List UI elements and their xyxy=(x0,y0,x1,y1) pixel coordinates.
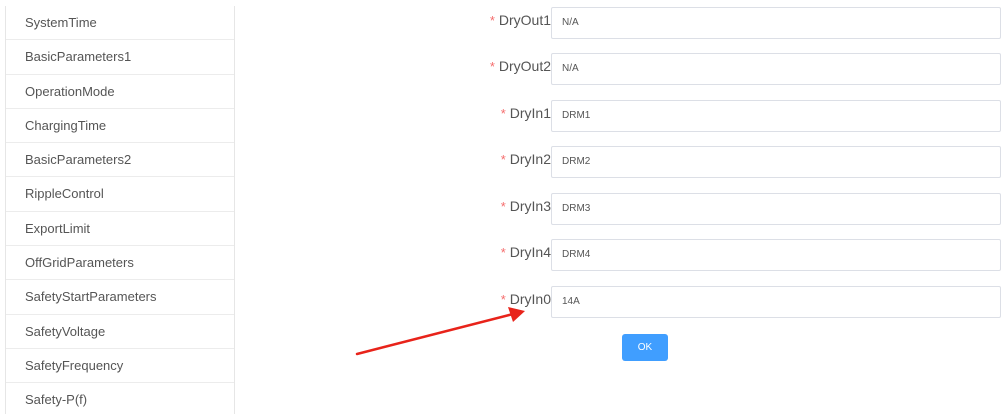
sidebar-item-safety-voltage[interactable]: SafetyVoltage xyxy=(6,315,234,349)
field-label-dryin4: * DryIn4 xyxy=(500,244,551,260)
form-row-dryin2: * DryIn2 DRM2 xyxy=(470,146,1001,178)
sidebar-item-export-limit[interactable]: ExportLimit xyxy=(6,212,234,247)
required-mark: * xyxy=(500,199,506,214)
sidebar-item-safety-frequency[interactable]: SafetyFrequency xyxy=(6,349,234,384)
sidebar-item-safety-start-parameters[interactable]: SafetyStartParameters xyxy=(6,280,234,315)
dryout2-input[interactable]: N/A xyxy=(551,53,1001,85)
dryin2-input[interactable]: DRM2 xyxy=(551,146,1001,178)
field-label-dryout1: * DryOut1 xyxy=(489,12,551,28)
sidebar-item-basic-parameters-1[interactable]: BasicParameters1 xyxy=(6,40,234,75)
ok-button[interactable]: OK xyxy=(622,334,668,361)
sidebar-menu: SystemTime BasicParameters1 OperationMod… xyxy=(5,6,235,414)
field-label-dryout2: * DryOut2 xyxy=(489,58,551,74)
required-mark: * xyxy=(500,152,506,167)
sidebar-item-system-time[interactable]: SystemTime xyxy=(6,6,234,41)
sidebar-item-charging-time[interactable]: ChargingTime xyxy=(6,109,234,144)
dryout1-input[interactable]: N/A xyxy=(551,7,1001,39)
form-row-dryin0: * DryIn0 14A xyxy=(470,286,1001,318)
form-row-dryout2: * DryOut2 N/A xyxy=(470,53,1001,85)
required-mark: * xyxy=(500,245,506,260)
sidebar-item-ripple-control[interactable]: RippleControl xyxy=(6,177,234,212)
form-row-dryin4: * DryIn4 DRM4 xyxy=(470,239,1001,271)
form-row-dryin3: * DryIn3 DRM3 xyxy=(470,193,1001,225)
form-row-dryin1: * DryIn1 DRM1 xyxy=(470,100,1001,132)
required-mark: * xyxy=(489,59,495,74)
required-mark: * xyxy=(489,13,495,28)
settings-page: SystemTime BasicParameters1 OperationMod… xyxy=(0,0,1001,414)
annotation-arrow xyxy=(355,307,525,356)
dryin1-input[interactable]: DRM1 xyxy=(551,100,1001,132)
sidebar-item-operation-mode[interactable]: OperationMode xyxy=(6,75,234,109)
required-mark: * xyxy=(500,106,506,121)
field-label-dryin1: * DryIn1 xyxy=(500,105,551,121)
field-label-dryin2: * DryIn2 xyxy=(500,151,551,167)
dryin4-input[interactable]: DRM4 xyxy=(551,239,1001,271)
sidebar-item-safety-pf[interactable]: Safety-P(f) xyxy=(6,383,234,414)
sidebar-item-off-grid-parameters[interactable]: OffGridParameters xyxy=(6,246,234,281)
dryin0-input[interactable]: 14A xyxy=(551,286,1001,318)
field-label-dryin3: * DryIn3 xyxy=(500,198,551,214)
form-row-dryout1: * DryOut1 N/A xyxy=(470,7,1001,39)
dryin3-input[interactable]: DRM3 xyxy=(551,193,1001,225)
sidebar-item-basic-parameters-2[interactable]: BasicParameters2 xyxy=(6,143,234,178)
